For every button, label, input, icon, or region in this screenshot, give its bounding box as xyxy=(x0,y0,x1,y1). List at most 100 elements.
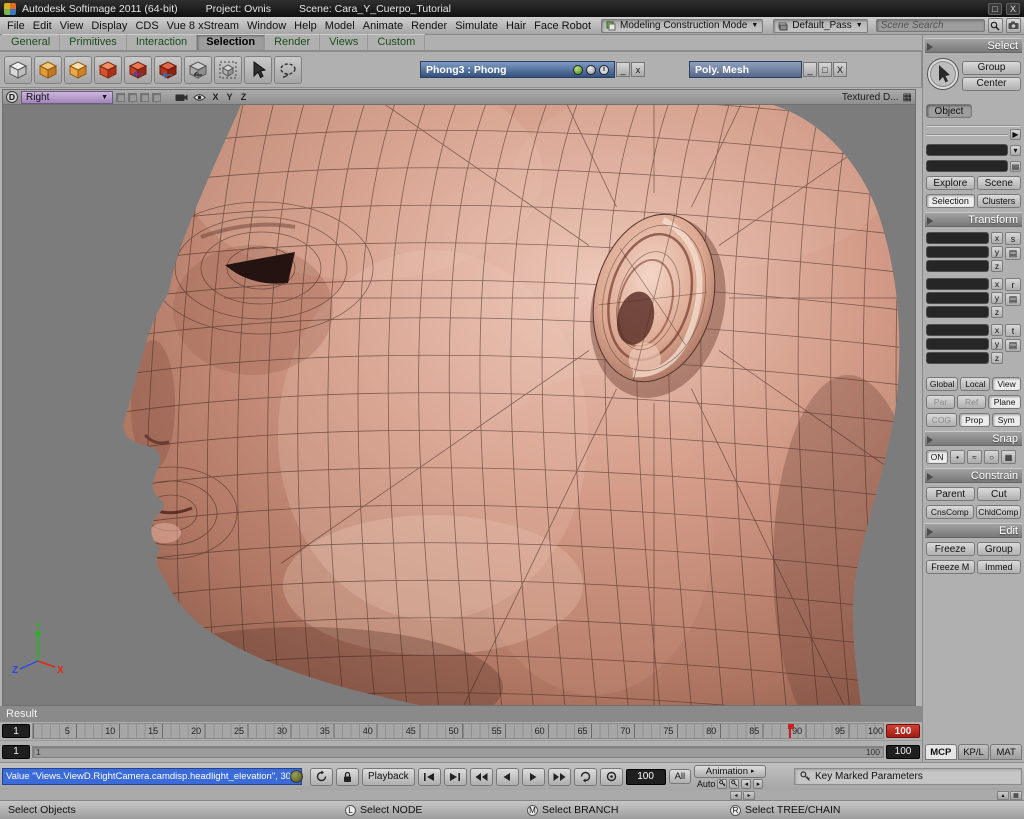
search-icon[interactable] xyxy=(987,18,1003,33)
group-button[interactable]: Group xyxy=(962,60,1021,75)
animation-menu-button[interactable]: Animation ▸ xyxy=(694,764,767,778)
menu-window[interactable]: Window xyxy=(243,20,290,32)
timeline-ruler[interactable]: 5 10 15 20 25 30 35 40 45 50 55 60 65 70… xyxy=(32,723,884,739)
scene-search-input[interactable]: Scene Search xyxy=(875,19,985,32)
freeze-button[interactable]: Freeze xyxy=(926,542,975,556)
snap-region-icon[interactable]: ○ xyxy=(984,450,999,464)
eye-icon[interactable] xyxy=(192,91,207,104)
axis-toggle-x[interactable]: X xyxy=(210,92,221,102)
viewport[interactable]: Y Z X xyxy=(2,105,916,706)
range-track[interactable]: 1 100 xyxy=(32,745,884,758)
menu-render[interactable]: Render xyxy=(407,20,451,32)
tab-render[interactable]: Render xyxy=(265,34,321,50)
timeline-start-field[interactable]: 1 xyxy=(2,724,30,738)
immed-button[interactable]: Immed xyxy=(976,560,1021,574)
transform-section-header[interactable]: Transform xyxy=(925,212,1022,227)
list-options-icon[interactable]: ▤ xyxy=(1010,160,1021,172)
rotate-options-icon[interactable]: ▤ xyxy=(1005,293,1021,306)
tab-mat[interactable]: MAT xyxy=(990,744,1023,760)
view-mode-button[interactable]: View xyxy=(992,377,1021,391)
camera-memo-slot[interactable] xyxy=(152,92,161,102)
current-frame-field[interactable]: 100 xyxy=(625,768,666,785)
cog-button[interactable]: COG xyxy=(926,413,957,427)
par-mode-button[interactable]: Par xyxy=(926,395,956,409)
phong-close-button[interactable]: x xyxy=(631,62,645,77)
constrain-section-header[interactable]: Constrain xyxy=(925,468,1022,483)
tab-mcp[interactable]: MCP xyxy=(925,744,957,760)
select-polygon-icon[interactable] xyxy=(94,55,122,84)
menu-help[interactable]: Help xyxy=(290,20,321,32)
select-freeform-icon[interactable] xyxy=(64,55,92,84)
camera-icon[interactable] xyxy=(174,91,189,104)
playhead[interactable] xyxy=(787,724,794,738)
clusters-button[interactable]: Clusters xyxy=(976,194,1021,208)
all-frames-button[interactable]: All xyxy=(668,769,692,784)
menu-simulate[interactable]: Simulate xyxy=(451,20,502,32)
scale-options-icon[interactable]: ▤ xyxy=(1005,247,1021,260)
translate-z-button[interactable]: z xyxy=(991,352,1003,364)
maximize-button[interactable]: □ xyxy=(988,2,1002,15)
translate-x-field[interactable] xyxy=(926,324,989,336)
playback-mode-button[interactable] xyxy=(599,767,623,786)
polymesh-minimize-button[interactable]: _ xyxy=(803,62,817,77)
select-rectangle-icon[interactable] xyxy=(4,55,32,84)
selection-filter-field[interactable] xyxy=(926,160,1008,172)
playback-menu-button[interactable]: Playback xyxy=(362,767,415,786)
tab-views[interactable]: Views xyxy=(320,34,369,50)
tab-custom[interactable]: Custom xyxy=(368,34,426,50)
snap-grid-icon[interactable]: ▦ xyxy=(1001,450,1016,464)
command-options-icon[interactable] xyxy=(290,770,303,783)
plane-mode-button[interactable]: Plane xyxy=(988,395,1021,409)
chldcomp-button[interactable]: ChldComp xyxy=(975,505,1021,519)
auto-key-icon[interactable] xyxy=(717,778,728,789)
play-forward-button[interactable] xyxy=(521,767,545,786)
prev-key-arrow-icon[interactable]: ◂ xyxy=(741,778,752,789)
polymesh-maximize-button[interactable]: □ xyxy=(818,62,832,77)
local-mode-button[interactable]: Local xyxy=(960,377,991,391)
prev-keyframe-button[interactable] xyxy=(417,767,441,786)
snap-on-button[interactable]: ON xyxy=(926,450,948,464)
menu-model[interactable]: Model xyxy=(321,20,359,32)
viewport-letter-menu[interactable]: D xyxy=(6,91,18,103)
next-key-arrow-icon[interactable]: ▸ xyxy=(753,778,764,789)
polymesh-window-titlebar[interactable]: Poly. Mesh xyxy=(689,61,802,78)
scroll-right-icon[interactable]: ▸ xyxy=(743,790,755,800)
scale-y-button[interactable]: y xyxy=(991,246,1003,258)
scroll-left-icon[interactable]: ◂ xyxy=(730,790,742,800)
tab-primitives[interactable]: Primitives xyxy=(60,34,127,50)
axis-toggle-y[interactable]: Y xyxy=(224,92,235,102)
translate-options-icon[interactable]: ▤ xyxy=(1005,339,1021,352)
translate-x-button[interactable]: x xyxy=(991,324,1003,336)
timeline-end-field[interactable]: 100 xyxy=(886,724,920,738)
menu-file[interactable]: File xyxy=(3,20,29,32)
key-marked-parameters-field[interactable]: Key Marked Parameters xyxy=(794,768,1022,785)
edit-section-header[interactable]: Edit xyxy=(925,523,1022,538)
viewport-3d-head[interactable] xyxy=(3,105,916,706)
center-button[interactable]: Center xyxy=(962,76,1021,91)
tab-general[interactable]: General xyxy=(2,34,61,50)
scale-x-button[interactable]: x xyxy=(991,232,1003,244)
play-reverse-button[interactable] xyxy=(495,767,519,786)
select-cursor-icon[interactable] xyxy=(244,55,272,84)
shader-ball-icon[interactable] xyxy=(586,64,596,75)
menu-view[interactable]: View xyxy=(56,20,88,32)
range-start-field[interactable]: 1 xyxy=(2,744,30,759)
selection-list-field[interactable] xyxy=(926,144,1008,156)
sym-button[interactable]: Sym xyxy=(991,413,1022,427)
snap-point-icon[interactable]: • xyxy=(950,450,965,464)
render-preview-icon[interactable] xyxy=(573,64,583,75)
camera-view-menu[interactable]: Right ▼ xyxy=(21,90,113,104)
freeze-m-button[interactable]: Freeze M xyxy=(926,560,975,574)
select-raycast-icon[interactable] xyxy=(34,55,62,84)
rotate-x-button[interactable]: x xyxy=(991,278,1003,290)
scale-x-field[interactable] xyxy=(926,232,989,244)
translate-z-field[interactable] xyxy=(926,352,989,364)
tab-interaction[interactable]: Interaction xyxy=(126,34,198,50)
translate-y-field[interactable] xyxy=(926,338,989,350)
select-section-header[interactable]: Select xyxy=(925,38,1022,53)
phong-minimize-button[interactable]: _ xyxy=(616,62,630,77)
select-group-icon[interactable] xyxy=(214,55,242,84)
rotate-z-button[interactable]: z xyxy=(991,306,1003,318)
scale-mode-button[interactable]: s xyxy=(1005,232,1021,245)
expand-arrow-icon[interactable]: ▶ xyxy=(1010,129,1021,140)
